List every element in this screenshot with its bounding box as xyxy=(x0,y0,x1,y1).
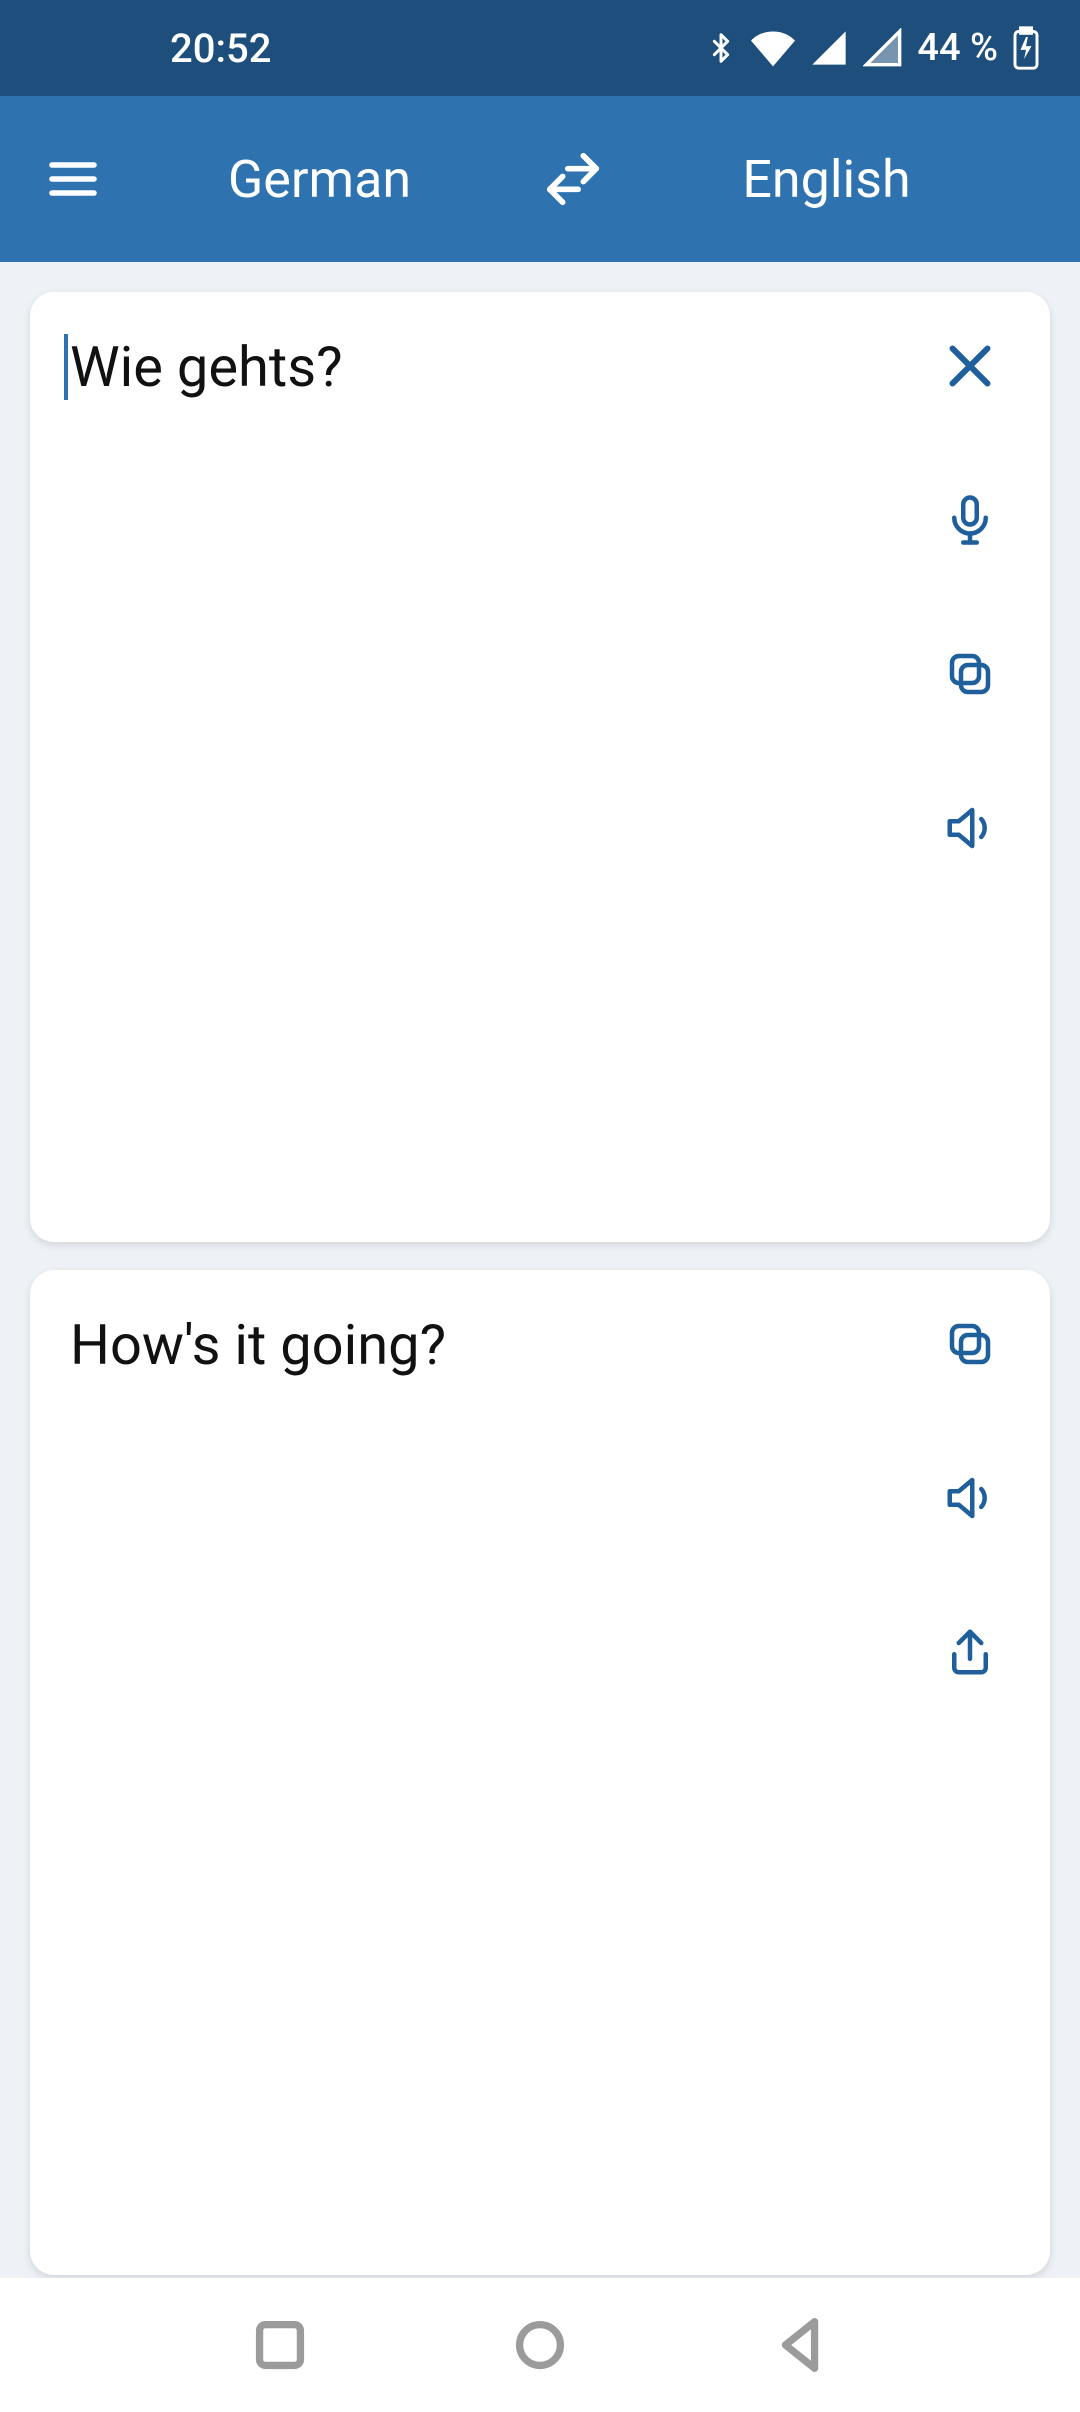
battery-percent: 44 % xyxy=(917,26,998,70)
recent-apps-button[interactable] xyxy=(245,2310,315,2380)
input-actions xyxy=(930,332,1010,1202)
status-bar: 20:52 44 % xyxy=(0,0,1080,96)
clear-button[interactable] xyxy=(938,334,1002,398)
speak-output-button[interactable] xyxy=(938,1466,1002,1530)
microphone-button[interactable] xyxy=(938,488,1002,552)
back-button[interactable] xyxy=(765,2310,835,2380)
status-time: 20:52 xyxy=(170,25,271,72)
share-button[interactable] xyxy=(938,1620,1002,1684)
output-actions xyxy=(930,1310,1010,2235)
main-content: Wie gehts? How's it going? xyxy=(0,262,1080,2305)
status-icons: 44 % xyxy=(705,26,1040,70)
input-text: Wie gehts? xyxy=(64,334,343,400)
translated-text: How's it going? xyxy=(70,1310,930,2235)
battery-charging-icon xyxy=(1012,26,1040,70)
copy-input-button[interactable] xyxy=(938,642,1002,706)
output-card: How's it going? xyxy=(30,1270,1050,2275)
android-nav-bar xyxy=(0,2278,1080,2412)
input-card: Wie gehts? xyxy=(30,292,1050,1242)
target-language-selector[interactable]: English xyxy=(613,149,1040,210)
swap-languages-button[interactable] xyxy=(533,148,613,210)
copy-output-button[interactable] xyxy=(938,1312,1002,1376)
speak-input-button[interactable] xyxy=(938,796,1002,860)
menu-button[interactable] xyxy=(40,146,106,212)
signal-icon-1 xyxy=(809,28,849,68)
signal-icon-2 xyxy=(863,28,903,68)
source-text-input[interactable]: Wie gehts? xyxy=(70,332,930,1202)
app-bar: German English xyxy=(0,96,1080,262)
wifi-icon xyxy=(751,26,795,70)
bluetooth-icon xyxy=(705,26,737,70)
source-language-selector[interactable]: German xyxy=(106,149,533,210)
home-button[interactable] xyxy=(505,2310,575,2380)
